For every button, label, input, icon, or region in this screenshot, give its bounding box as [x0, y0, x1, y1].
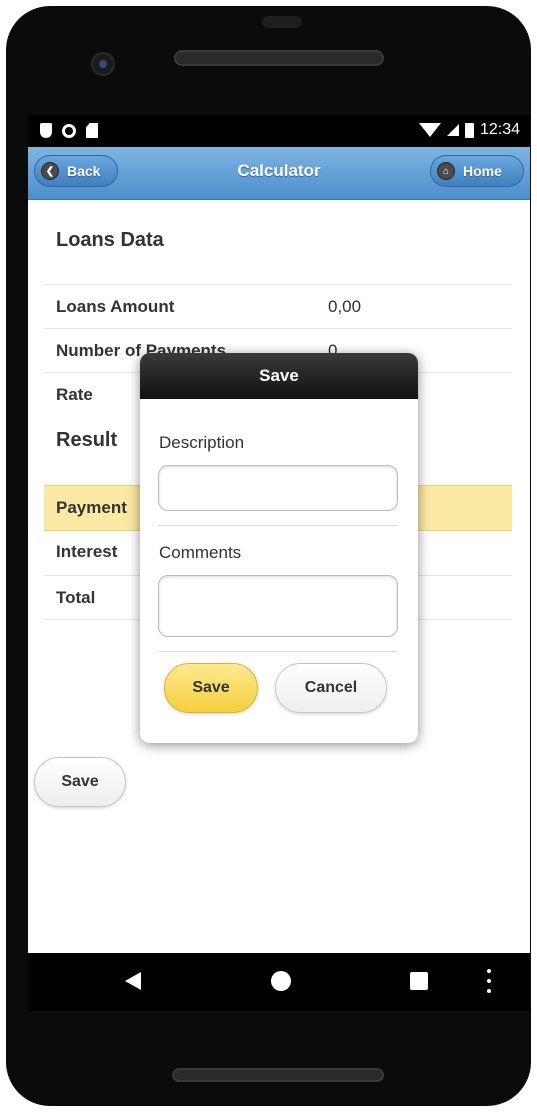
triangle-back-icon[interactable]: [125, 972, 141, 990]
description-input[interactable]: [158, 465, 398, 511]
home-button[interactable]: ⌂ Home: [430, 155, 524, 187]
description-label: Description: [159, 433, 245, 452]
front-camera-icon: [91, 52, 115, 76]
top-sensor: [262, 16, 302, 28]
app-screen: 12:34 ❮ Back Calculator ⌂ Home Loans Dat…: [28, 115, 530, 953]
shield-icon: [40, 123, 52, 138]
home-icon: ⌂: [437, 162, 455, 180]
wifi-icon: [418, 123, 441, 137]
interest-label: Interest: [56, 542, 118, 561]
app-header: ❮ Back Calculator ⌂ Home: [28, 147, 530, 200]
dialog-save-button[interactable]: Save: [164, 663, 258, 713]
payment-label: Payment: [56, 498, 127, 517]
device-frame: 12:34 ❮ Back Calculator ⌂ Home Loans Dat…: [0, 0, 537, 1112]
loans-data-title: Loans Data: [56, 229, 164, 251]
android-nav-bar: [28, 953, 530, 1011]
list-item: Loans Amount 0,00: [44, 284, 512, 329]
dialog-cancel-button[interactable]: Cancel: [275, 663, 387, 713]
dialog-title: Save: [140, 353, 418, 399]
circle-home-icon[interactable]: [271, 971, 291, 991]
comments-textarea[interactable]: [158, 575, 398, 637]
home-button-label: Home: [463, 163, 502, 179]
vertical-dots-icon[interactable]: [487, 969, 491, 993]
sync-icon: [62, 123, 76, 138]
loans-amount-value: 0,00: [328, 297, 362, 316]
dialog-divider: [158, 525, 398, 526]
rate-label: Rate: [56, 385, 93, 404]
comments-label: Comments: [159, 543, 242, 562]
battery-icon: [464, 122, 474, 138]
top-speaker: [174, 50, 384, 66]
status-time: 12:34: [479, 121, 520, 138]
save-button[interactable]: Save: [34, 757, 126, 807]
save-dialog: Save Description Comments Save Cancel: [140, 353, 418, 743]
sd-card-icon: [86, 123, 98, 138]
status-bar: 12:34: [28, 115, 530, 147]
bottom-speaker: [172, 1068, 384, 1082]
result-title: Result: [56, 429, 118, 451]
total-label: Total: [56, 588, 96, 607]
square-recent-icon[interactable]: [410, 972, 428, 990]
dialog-divider: [158, 651, 398, 652]
loans-amount-label: Loans Amount: [56, 297, 175, 316]
signal-icon: [446, 124, 459, 136]
